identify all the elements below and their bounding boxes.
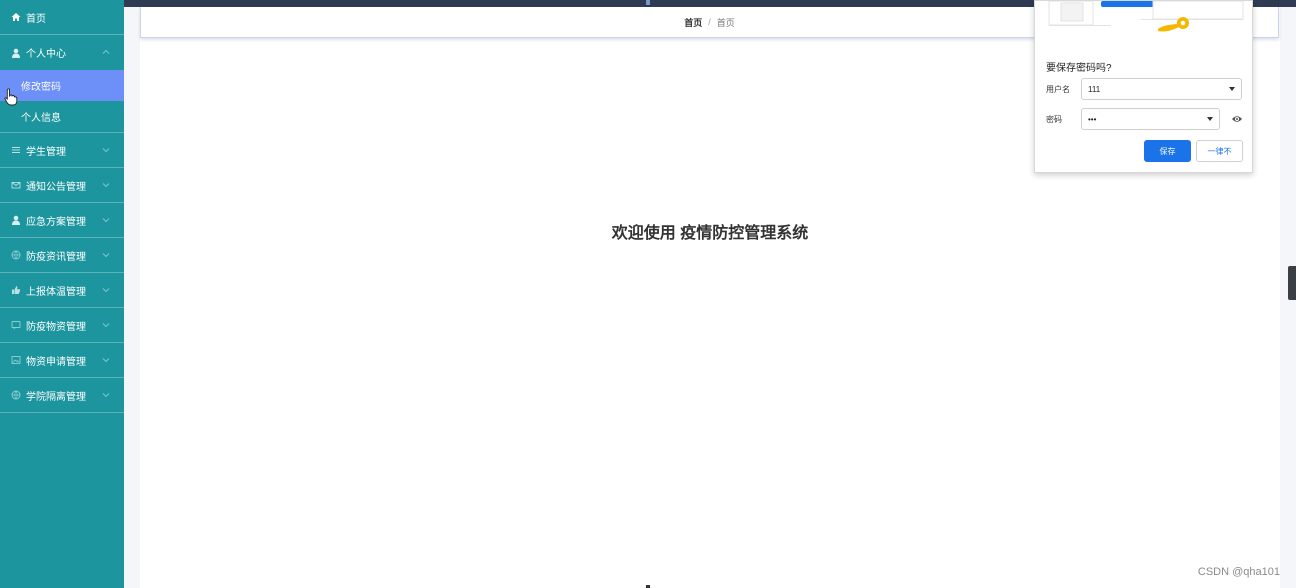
- password-field[interactable]: •••: [1081, 108, 1220, 130]
- sidebar-item-student-management[interactable]: 学生管理: [0, 133, 124, 168]
- username-label: 用户名: [1046, 84, 1070, 94]
- password-illustration: [1048, 1, 1244, 32]
- breadcrumb-separator: /: [708, 17, 711, 27]
- chevron-down-icon: [102, 146, 110, 154]
- globe-icon: [11, 250, 21, 260]
- sidebar-item-supplies-application[interactable]: 物资申请管理: [0, 343, 124, 378]
- mail-icon: [11, 180, 21, 190]
- sidebar-subitem-label: 修改密码: [21, 82, 61, 93]
- breadcrumb-root[interactable]: 首页: [684, 16, 702, 29]
- home-icon: [11, 12, 21, 22]
- sidebar-item-notice-management[interactable]: 通知公告管理: [0, 168, 124, 203]
- sidebar-item-label: 防疫物资管理: [26, 321, 86, 333]
- chevron-down-icon: [102, 286, 110, 294]
- chevron-down-icon: [102, 251, 110, 259]
- hand-cursor-icon: [4, 88, 18, 106]
- watermark: CSDN @qha101: [1197, 566, 1280, 578]
- chevron-down-icon: [102, 356, 110, 364]
- sidebar-item-label: 物资申请管理: [26, 356, 86, 368]
- username-field[interactable]: 111: [1081, 78, 1242, 100]
- never-button[interactable]: 一律不: [1196, 140, 1243, 162]
- chevron-down-icon: [102, 391, 110, 399]
- sidebar-item-supplies-management[interactable]: 防疫物资管理: [0, 308, 124, 343]
- user-icon: [11, 215, 21, 225]
- sidebar-item-personal-center[interactable]: 个人中心: [0, 35, 124, 70]
- password-row: 密码 •••: [1046, 108, 1246, 130]
- side-drawer-handle[interactable]: [1288, 266, 1296, 300]
- breadcrumb-current: 首页: [716, 17, 735, 28]
- sidebar-item-home[interactable]: 首页: [0, 0, 124, 35]
- sidebar-item-label: 学生管理: [26, 146, 66, 158]
- welcome-title: 欢迎使用 疫情防控管理系统: [611, 225, 809, 242]
- save-password-popup: 要保存密码吗? 用户名 111 密码 ••• 保存 一律不: [1034, 0, 1253, 173]
- chevron-down-icon: [102, 181, 110, 189]
- sidebar-item-epidemic-news[interactable]: 防疫资讯管理: [0, 238, 124, 273]
- sidebar-subitem-label: 个人信息: [21, 113, 61, 124]
- sidebar-subitem-personal-info[interactable]: 个人信息: [0, 101, 124, 132]
- sidebar-item-temperature-report[interactable]: 上报体温管理: [0, 273, 124, 308]
- thumb-icon: [11, 285, 21, 295]
- sidebar-item-label: 首页: [26, 13, 46, 25]
- sidebar-item-isolation-management[interactable]: 学院隔离管理: [0, 378, 124, 413]
- sidebar-item-label: 应急方案管理: [26, 216, 86, 228]
- password-value: •••: [1088, 114, 1097, 124]
- list-icon: [11, 145, 21, 155]
- chevron-up-icon: [102, 48, 110, 56]
- sidebar-item-label: 防疫资讯管理: [26, 251, 86, 263]
- password-label: 密码: [1046, 114, 1062, 124]
- username-value: 111: [1088, 84, 1101, 94]
- sidebar-item-label: 学院隔离管理: [26, 391, 86, 403]
- dropdown-arrow-icon: [1229, 87, 1235, 91]
- sidebar-item-label: 上报体温管理: [26, 286, 86, 298]
- username-row: 用户名 111: [1046, 78, 1246, 100]
- globe-icon: [11, 390, 21, 400]
- popup-title: 要保存密码吗?: [1046, 63, 1112, 74]
- eye-icon[interactable]: [1231, 114, 1243, 124]
- sidebar-group-personal-center: 个人中心 修改密码 个人信息: [0, 35, 124, 133]
- image-icon: [11, 355, 21, 365]
- sidebar-item-emergency-plan[interactable]: 应急方案管理: [0, 203, 124, 238]
- sidebar-subitem-change-password[interactable]: 修改密码: [0, 70, 124, 101]
- chevron-down-icon: [102, 321, 110, 329]
- sidebar-item-label: 通知公告管理: [26, 181, 86, 193]
- user-icon: [11, 48, 21, 58]
- chevron-down-icon: [102, 216, 110, 224]
- dropdown-arrow-icon: [1207, 117, 1213, 121]
- sidebar-item-label: 个人中心: [26, 49, 66, 60]
- chat-icon: [11, 320, 21, 330]
- sidebar: 首页 个人中心 修改密码 个人信息 学生管理 通知公告管理 应急方案管理 防疫资…: [0, 0, 124, 588]
- save-button[interactable]: 保存: [1144, 140, 1191, 162]
- top-bar-marker: [646, 0, 650, 5]
